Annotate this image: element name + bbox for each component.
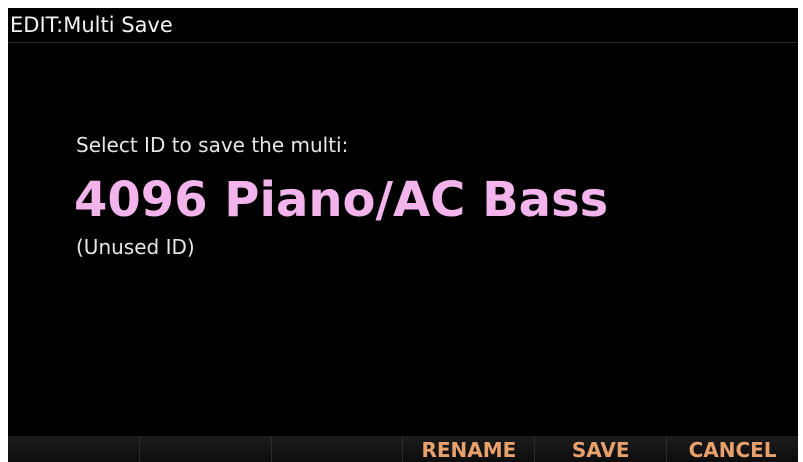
selected-id-name[interactable]: 4096 Piano/AC Bass xyxy=(74,168,608,232)
softkey-2[interactable] xyxy=(139,436,272,462)
display-screen: EDIT:Multi Save Select ID to save the mu… xyxy=(8,8,798,462)
page-title: EDIT:Multi Save xyxy=(10,13,173,37)
title-bar: EDIT:Multi Save xyxy=(8,8,798,43)
softkey-3[interactable] xyxy=(271,436,404,462)
save-button[interactable]: SAVE xyxy=(535,436,668,462)
save-prompt: Select ID to save the multi: xyxy=(76,133,349,157)
cancel-button[interactable]: CANCEL xyxy=(667,436,798,462)
softkey-1[interactable] xyxy=(8,436,140,462)
softkey-bar: RENAME SAVE CANCEL xyxy=(8,436,798,462)
rename-button[interactable]: RENAME xyxy=(403,436,536,462)
id-status: (Unused ID) xyxy=(76,235,195,259)
